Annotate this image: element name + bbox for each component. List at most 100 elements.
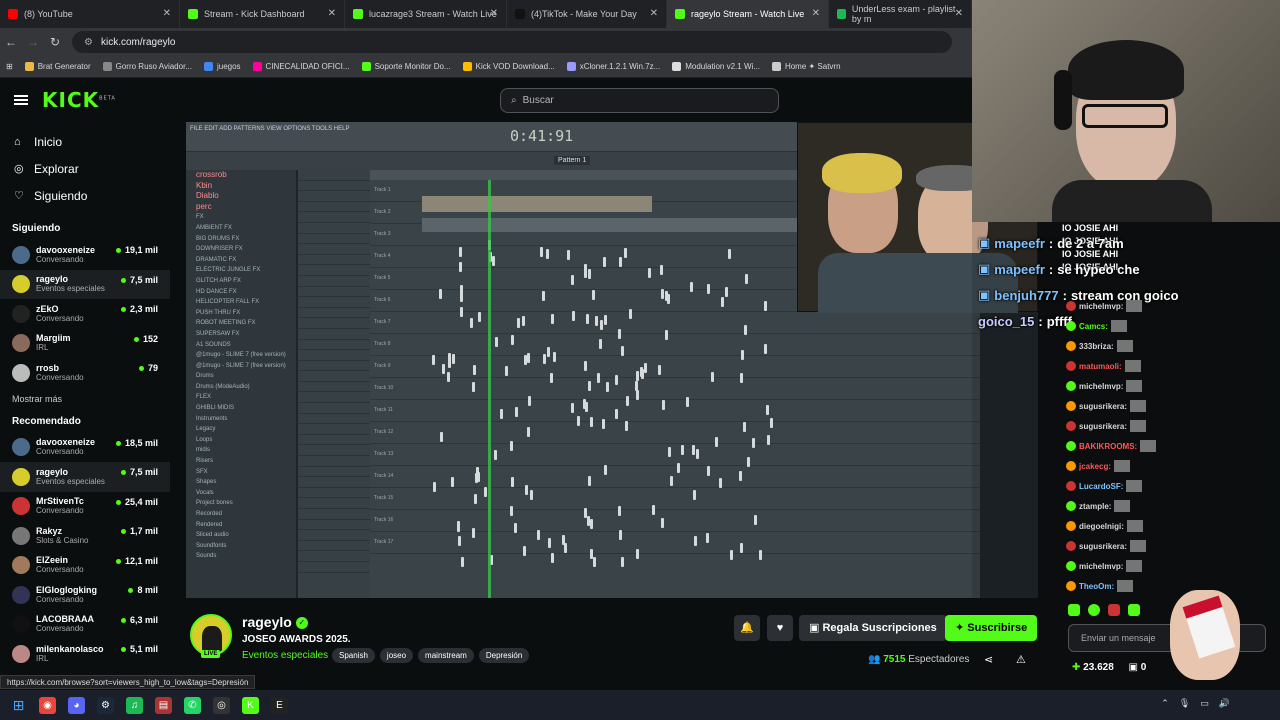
tag-0[interactable]: Spanish xyxy=(332,648,375,663)
channel-item[interactable]: Rakyz Slots & Casino 1,7 mil xyxy=(0,521,170,551)
channel-item[interactable]: zEkO Conversando 2,3 mil xyxy=(0,299,170,329)
channel-category: Conversando xyxy=(36,254,84,264)
close-icon[interactable]: ✕ xyxy=(163,8,171,19)
show-more-link[interactable]: Mostrar más xyxy=(0,388,170,410)
bookmark-item[interactable]: juegos xyxy=(203,62,241,71)
spotify-icon[interactable]: ♫ xyxy=(126,696,143,714)
mic-icon[interactable]: 🎙 xyxy=(1179,698,1190,709)
search-input[interactable]: ⌕ Buscar xyxy=(500,88,779,113)
volume-icon[interactable]: 🔊 xyxy=(1219,698,1230,709)
channel-item[interactable]: MrStivenTc Conversando 25,4 mil xyxy=(0,492,170,522)
discord-icon[interactable]: ◕ xyxy=(68,696,85,714)
browser-tab[interactable]: lucazrage3 Stream - Watch Live ✕ xyxy=(345,0,507,28)
site-info-icon[interactable]: ⚙ xyxy=(84,37,93,48)
midi-note xyxy=(500,408,504,419)
share-icon[interactable]: ⋖ xyxy=(984,653,993,666)
forward-icon[interactable]: → xyxy=(22,35,44,49)
channel-item[interactable]: davooxeneize Conversando 18,5 mil xyxy=(0,433,170,463)
heart-icon[interactable]: ♥ xyxy=(767,615,793,641)
nav-item-inicio[interactable]: ⌂ Inicio xyxy=(0,128,170,155)
bell-icon[interactable]: 🔔 xyxy=(734,615,760,641)
chat-username[interactable]: Camcs: xyxy=(1079,322,1108,331)
chat-username[interactable]: sugusrikera: xyxy=(1079,422,1127,431)
stream-category[interactable]: Eventos especiales xyxy=(242,650,328,661)
verified-icon: ✓ xyxy=(295,617,308,630)
obs-icon[interactable]: ◎ xyxy=(213,696,230,714)
kick-logo[interactable]: KICKBETA xyxy=(42,88,116,112)
chat-username[interactable]: michelmvp: xyxy=(1079,562,1123,571)
report-icon[interactable]: ⚠ xyxy=(1016,653,1026,666)
windows-start-icon[interactable]: ⊞ xyxy=(10,697,27,714)
channel-item[interactable]: rageylo Eventos especiales 7,5 mil xyxy=(0,462,170,492)
chat-username[interactable]: sugusrikera: xyxy=(1079,542,1127,551)
back-icon[interactable]: ← xyxy=(0,35,22,49)
menu-icon[interactable] xyxy=(14,95,28,105)
close-icon[interactable]: ✕ xyxy=(650,8,658,19)
chat-username[interactable]: 333briza: xyxy=(1079,342,1114,351)
close-icon[interactable]: ✕ xyxy=(812,8,820,19)
chat-username[interactable]: jcakecg: xyxy=(1079,462,1111,471)
overlay-chat-message: ▣ mapeefr: se hypeo che xyxy=(978,256,1179,282)
daw-browser-item: crossrob xyxy=(196,170,227,179)
tag-1[interactable]: joseo xyxy=(379,648,414,663)
browser-tab[interactable]: Stream - Kick Dashboard ✕ xyxy=(180,0,345,28)
kick-icon[interactable]: K xyxy=(242,696,259,714)
nav-item-explorar[interactable]: ◎ Explorar xyxy=(0,155,170,182)
channel-item[interactable]: LACOBRAAA Conversando 6,3 mil xyxy=(0,610,170,640)
bookmark-item[interactable]: Modulation v2.1 Wi... xyxy=(672,62,760,71)
gift-icon[interactable]: ▣ xyxy=(1129,662,1138,673)
kick-badge-icon: ▣ xyxy=(978,261,991,276)
midi-note xyxy=(597,372,601,383)
chat-username[interactable]: michelmvp: xyxy=(1079,382,1123,391)
chevron-up-icon[interactable]: ⌃ xyxy=(1161,698,1169,709)
tag-2[interactable]: mainstream xyxy=(418,648,474,663)
browser-tab[interactable]: rageylo Stream - Watch Live ✕ xyxy=(667,0,829,28)
chat-points[interactable]: ✚ 23.628 ▣ 0 xyxy=(1072,662,1146,673)
bookmark-item[interactable]: Gorro Ruso Aviador... xyxy=(102,62,192,71)
close-icon[interactable]: ✕ xyxy=(955,8,963,19)
apps-icon[interactable]: ⊞ xyxy=(6,62,13,71)
bookmark-item[interactable]: CINECALIDAD OFICI... xyxy=(252,62,350,71)
url-field[interactable]: ⚙ kick.com/rageylo xyxy=(72,31,952,53)
chat-username[interactable]: BAKIKROOMS: xyxy=(1079,442,1137,451)
channel-item[interactable]: ElGloglogking Conversando 8 mil xyxy=(0,580,170,610)
whatsapp-icon[interactable]: ✆ xyxy=(184,696,201,714)
chat-username[interactable]: ztample: xyxy=(1079,502,1111,511)
streamer-name[interactable]: rageylo ✓ xyxy=(242,614,308,630)
chat-username[interactable]: michelmvp: xyxy=(1079,302,1123,311)
bookmark-item[interactable]: xCloner.1.2.1 Win.7z... xyxy=(566,62,660,71)
close-icon[interactable]: ✕ xyxy=(328,8,336,19)
bookmark-item[interactable]: Soporte Monitor Do... xyxy=(361,62,451,71)
bookmark-item[interactable]: Home ✦ Satvrn xyxy=(771,62,841,71)
video-player[interactable]: FILE EDIT ADD PATTERNS VIEW OPTIONS TOOL… xyxy=(186,122,1038,598)
gift-subs-button[interactable]: ▣ Regala Suscripciones xyxy=(799,615,947,641)
subscribe-button[interactable]: ✦ Suscribirse xyxy=(945,615,1038,641)
browser-tab[interactable]: UnderLess exam - playlist by m ✕ xyxy=(829,0,972,28)
channel-item[interactable]: davooxeneize Conversando 19,1 mil xyxy=(0,240,170,270)
network-icon[interactable]: ▭ xyxy=(1200,698,1209,709)
reload-icon[interactable]: ↻ xyxy=(44,35,66,49)
epic-icon[interactable]: E xyxy=(271,696,288,714)
nav-item-siguiendo[interactable]: ♡ Siguiendo xyxy=(0,182,170,209)
channel-item[interactable]: rrosb Conversando 79 xyxy=(0,358,170,388)
channel-item[interactable]: Margiim IRL 152 xyxy=(0,329,170,359)
winrar-icon[interactable]: ▤ xyxy=(155,696,172,714)
chrome-icon[interactable]: ◉ xyxy=(39,696,56,714)
chat-username[interactable]: TheoOm: xyxy=(1079,582,1114,591)
channel-item[interactable]: rageylo Eventos especiales 7,5 mil xyxy=(0,269,170,299)
channel-item[interactable]: milenkanolasco IRL 5,1 mil xyxy=(0,639,170,669)
chat-username[interactable]: LucardoSF: xyxy=(1079,482,1123,491)
bookmark-item[interactable]: Brat Generator xyxy=(24,62,91,71)
bookmark-item[interactable]: Kick VOD Download... xyxy=(462,62,555,71)
tag-3[interactable]: Depresión xyxy=(478,648,530,663)
midi-note xyxy=(691,444,695,455)
browser-tab[interactable]: (4)TikTok - Make Your Day ✕ xyxy=(507,0,667,28)
chat-username[interactable]: diegoelnigi: xyxy=(1079,522,1124,531)
chat-username[interactable]: matumaoli: xyxy=(1079,362,1122,371)
close-icon[interactable]: ✕ xyxy=(490,8,498,19)
browser-tab[interactable]: (8) YouTube ✕ xyxy=(0,0,180,28)
channel-item[interactable]: ElZeein Conversando 12,1 mil xyxy=(0,551,170,581)
emote-icon xyxy=(1126,560,1143,572)
steam-icon[interactable]: ⚙ xyxy=(97,696,114,714)
chat-username[interactable]: sugusrikera: xyxy=(1079,402,1127,411)
